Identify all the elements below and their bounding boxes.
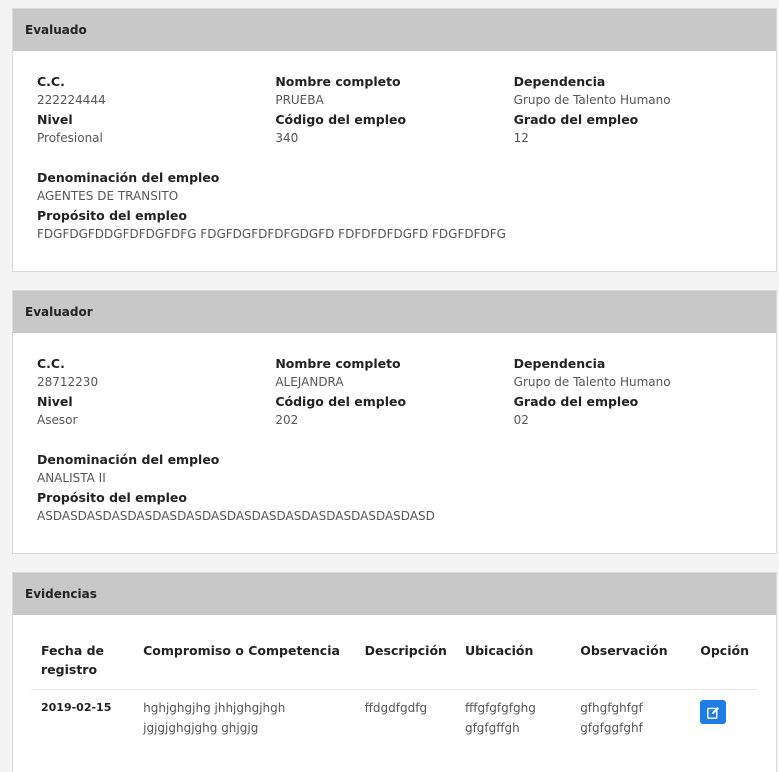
proposito-value: FDGFDGFDDGFDFDGFDFG FDGFDGFDFDFGDGFD FDF… (37, 227, 506, 241)
grado-label: Grado del empleo (513, 112, 639, 127)
denominacion-label: Denominación del empleo (37, 452, 220, 467)
nivel-label: Nivel (37, 112, 73, 127)
denominacion-label: Denominación del empleo (37, 170, 220, 185)
col-compromiso: Compromiso o Competencia (133, 641, 355, 690)
col-descripcion: Descripción (354, 641, 455, 690)
dependencia-value: Grupo de Talento Humano (513, 375, 671, 389)
grado-value: 12 (513, 131, 529, 145)
codigo-value: 202 (275, 413, 299, 427)
cc-value: 222224444 (37, 93, 106, 107)
edit-button[interactable] (700, 700, 727, 724)
evidencias-header: Evidencias (13, 573, 776, 615)
cc-value: 28712230 (37, 375, 99, 389)
evaluador-col-1: C.C. 28712230 Nivel Asesor (37, 354, 275, 430)
evaluador-col-2: Nombre completo ALEJANDRA Código del emp… (275, 354, 513, 430)
nivel-value: Profesional (37, 131, 103, 145)
dependencia-label: Dependencia (513, 356, 606, 371)
evaluador-header: Evaluador (13, 291, 776, 333)
proposito-label: Propósito del empleo (37, 208, 187, 223)
cc-label: C.C. (37, 74, 65, 89)
col-fecha: Fecha de registro (31, 641, 134, 690)
col-ubicacion: Ubicación (454, 641, 571, 690)
observacion-cell: gfhgfghfgf gfgfggfghf (580, 701, 643, 735)
nombre-value: ALEJANDRA (275, 375, 344, 389)
grado-value: 02 (513, 413, 529, 427)
ubicacion-cell: fffgfgfgfghg gfgfgffgh (464, 701, 536, 735)
evaluado-col-3: Dependencia Grupo de Talento Humano Grad… (514, 72, 752, 148)
evaluado-col-1: C.C. 222224444 Nivel Profesional (37, 72, 275, 148)
denominacion-value: AGENTES DE TRANSITO (37, 189, 179, 203)
proposito-label: Propósito del empleo (37, 490, 187, 505)
col-observacion: Observación (570, 641, 691, 690)
grado-label: Grado del empleo (513, 394, 639, 409)
edit-icon (706, 706, 719, 719)
evaluado-title: Evaluado (25, 23, 87, 37)
compromiso-cell: hghjghgjhg jhhjghgjhgh jgjgjghgjghg ghjg… (143, 701, 286, 735)
evaluado-col-2: Nombre completo PRUEBA Código del empleo… (275, 72, 513, 148)
dependencia-label: Dependencia (513, 74, 606, 89)
descripcion-cell: ffdgdfgdfg (364, 701, 428, 715)
dependencia-value: Grupo de Talento Humano (513, 93, 671, 107)
denominacion-value: ANALISTA II (37, 471, 106, 485)
evidencias-card: Evidencias Fecha de registro Compromiso … (12, 572, 777, 772)
evidencias-title: Evidencias (25, 587, 97, 601)
opcion-cell (690, 690, 757, 739)
col-opcion: Opción (690, 641, 757, 690)
codigo-label: Código del empleo (275, 394, 407, 409)
nombre-label: Nombre completo (275, 356, 401, 371)
proposito-value: ASDASDASDASDASDASDASDASDASDASDASDASDASDA… (37, 509, 435, 523)
fecha-cell: 2019-02-15 (41, 701, 112, 714)
nombre-value: PRUEBA (275, 93, 324, 107)
codigo-value: 340 (275, 131, 299, 145)
codigo-label: Código del empleo (275, 112, 407, 127)
nivel-label: Nivel (37, 394, 73, 409)
evidencias-table: Fecha de registro Compromiso o Competenc… (31, 641, 757, 738)
evaluado-body: C.C. 222224444 Nivel Profesional Nombre … (13, 51, 776, 244)
evaluador-title: Evaluador (25, 305, 93, 319)
nivel-value: Asesor (37, 413, 78, 427)
cc-label: C.C. (37, 356, 65, 371)
nombre-label: Nombre completo (275, 74, 401, 89)
evaluado-header: Evaluado (13, 9, 776, 51)
evaluador-card: Evaluador C.C. 28712230 Nivel Asesor Nom… (12, 290, 777, 554)
evaluador-body: C.C. 28712230 Nivel Asesor Nombre comple… (13, 333, 776, 526)
evaluador-col-3: Dependencia Grupo de Talento Humano Grad… (514, 354, 752, 430)
evaluado-card: Evaluado C.C. 222224444 Nivel Profesiona… (12, 8, 777, 272)
table-row: 2019-02-15 hghjghgjhg jhhjghgjhgh jgjgjg… (31, 690, 757, 739)
table-header-row: Fecha de registro Compromiso o Competenc… (31, 641, 757, 690)
